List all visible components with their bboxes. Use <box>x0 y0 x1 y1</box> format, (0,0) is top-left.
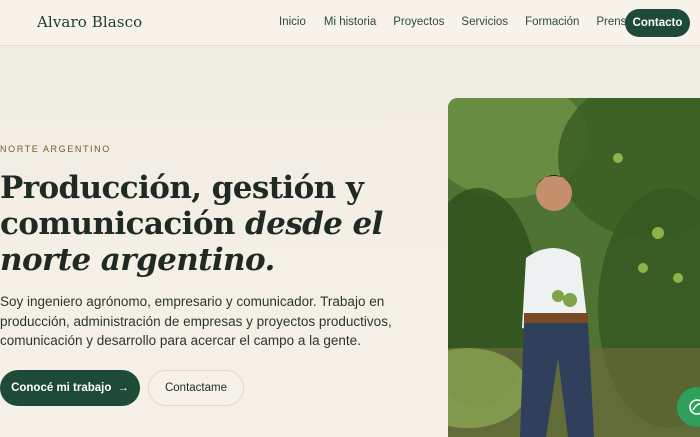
nav-item-servicios[interactable]: Servicios <box>461 16 508 28</box>
brand-logo[interactable]: Alvaro Blasco <box>37 13 142 31</box>
hero-headline: Producción, gestión y comunicación desde… <box>0 170 440 278</box>
leaf-chat-icon <box>689 399 700 415</box>
hero-eyebrow: NORTE ARGENTINO <box>0 144 111 154</box>
site-header: Alvaro Blasco Inicio Mi historia Proyect… <box>0 0 700 46</box>
nav-item-formacion[interactable]: Formación <box>525 16 579 28</box>
work-button[interactable]: Conocé mi trabajo → <box>0 370 140 406</box>
hero-lead: Soy ingeniero agrónomo, empresario y com… <box>0 294 392 348</box>
hero-photo <box>448 98 700 437</box>
arrow-right-icon: → <box>117 382 129 394</box>
nav-item-proyectos[interactable]: Proyectos <box>393 16 444 28</box>
contactame-button[interactable]: Contactame <box>148 370 244 406</box>
work-button-label: Conocé mi trabajo <box>11 382 112 394</box>
nav-item-mi-historia[interactable]: Mi historia <box>324 16 376 28</box>
nav-item-inicio[interactable]: Inicio <box>279 16 306 28</box>
contact-button[interactable]: Contacto <box>625 9 690 37</box>
photo-illustration <box>448 98 700 437</box>
main-nav: Inicio Mi historia Proyectos Servicios F… <box>279 16 650 28</box>
